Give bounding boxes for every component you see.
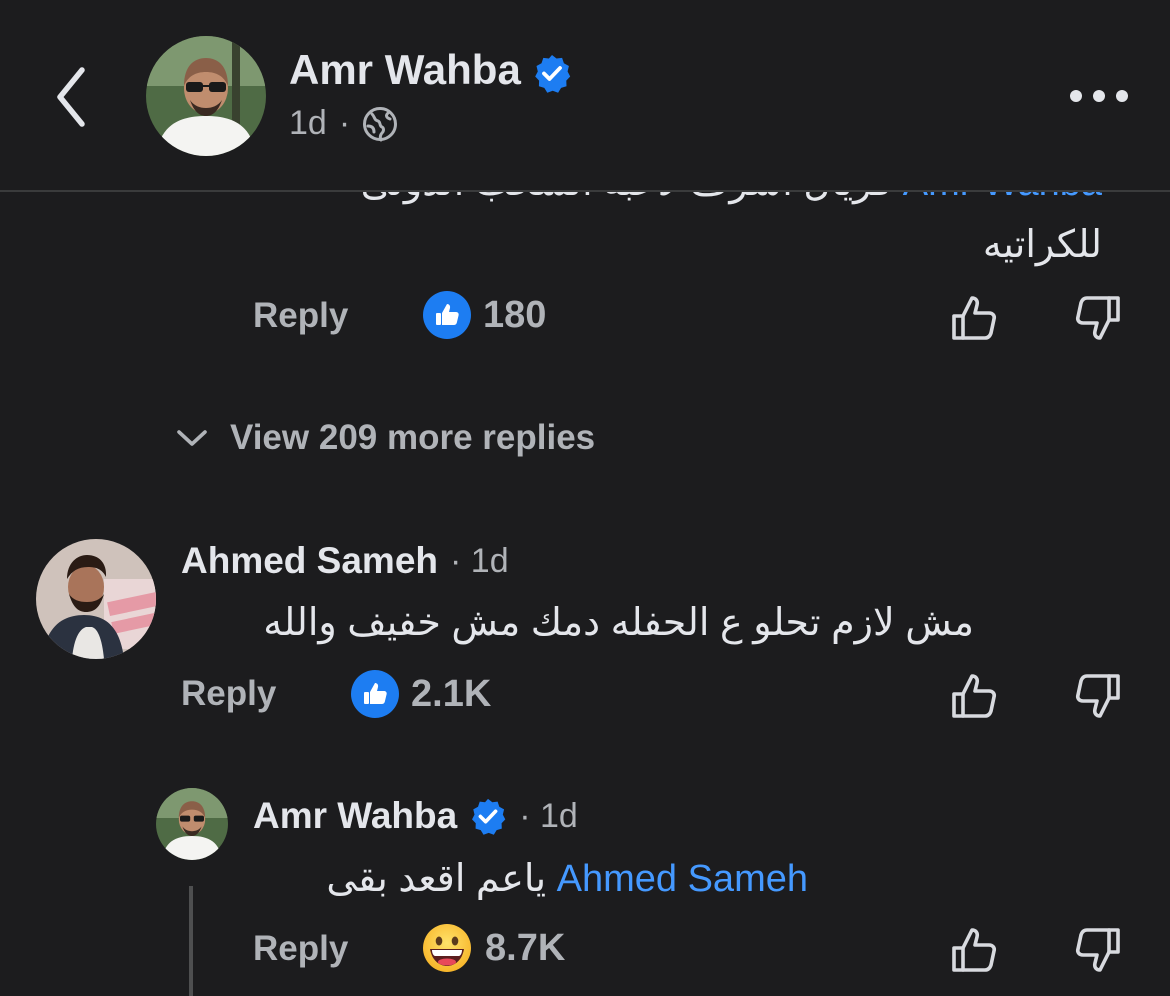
amr-reply-button[interactable]: Reply	[253, 929, 348, 969]
more-dots-icon[interactable]	[1068, 84, 1130, 108]
verified-badge-icon	[532, 53, 572, 93]
thumbs-down-icon[interactable]	[1072, 924, 1124, 976]
thumbs-down-icon[interactable]	[1072, 292, 1124, 344]
avatar[interactable]	[146, 36, 266, 156]
page-title[interactable]: Amr Wahba	[289, 46, 572, 94]
top-comment-reply-button[interactable]: Reply	[253, 296, 348, 336]
ahmed-like-count[interactable]: 2.1K	[351, 670, 491, 718]
avatar[interactable]	[36, 539, 156, 659]
view-more-label: View 209 more replies	[230, 418, 596, 457]
thread-line	[189, 886, 193, 996]
author-name[interactable]: Amr Wahba	[289, 46, 521, 93]
grinning-emoji-icon	[423, 924, 471, 972]
post-time: 1d	[289, 104, 327, 142]
globe-icon	[363, 106, 398, 141]
ahmed-likes: 2.1K	[411, 672, 492, 715]
post-meta: 1d ·	[289, 104, 398, 143]
reply-author-name[interactable]: Amr Wahba	[253, 795, 457, 837]
comment-author-name[interactable]: Ahmed Sameh	[181, 540, 438, 582]
reply-text: Ahmed Sameh ياعم اقعد بقى	[326, 856, 808, 901]
top-comment-like-count[interactable]: 180	[423, 291, 546, 339]
post-header: Amr Wahba 1d ·	[0, 0, 1170, 192]
top-comment-text-line2: للكراتيه	[982, 224, 1102, 266]
thumbs-up-icon[interactable]	[948, 292, 1000, 344]
ahmed-reply-button[interactable]: Reply	[181, 674, 276, 714]
top-comment-likes: 180	[483, 293, 547, 336]
like-badge-icon	[351, 670, 399, 718]
like-badge-icon	[423, 291, 471, 339]
amr-reaction-count[interactable]: 8.7K	[421, 922, 565, 974]
comment-time: · 1d	[450, 541, 509, 580]
reply-author[interactable]: Amr Wahba · 1d	[253, 795, 578, 837]
reply-text-body: ياعم اقعد بقى	[326, 858, 547, 900]
back-chevron-icon[interactable]	[50, 62, 94, 132]
comment-text: مش لازم تحلو ع الحفله دمك مش خفيف والله	[263, 602, 974, 644]
comment-author[interactable]: Ahmed Sameh · 1d	[181, 540, 509, 582]
view-more-replies-button[interactable]: View 209 more replies	[176, 418, 595, 458]
verified-badge-icon	[469, 797, 507, 835]
thumbs-up-icon[interactable]	[948, 670, 1000, 722]
reply-mention[interactable]: Ahmed Sameh	[557, 858, 808, 900]
meta-separator: ·	[338, 104, 351, 142]
reply-time: · 1d	[519, 796, 578, 835]
chevron-down-icon	[177, 430, 207, 446]
thumbs-down-icon[interactable]	[1072, 670, 1124, 722]
amr-reactions: 8.7K	[485, 926, 566, 969]
thumbs-up-icon[interactable]	[948, 924, 1000, 976]
avatar[interactable]	[156, 788, 228, 860]
